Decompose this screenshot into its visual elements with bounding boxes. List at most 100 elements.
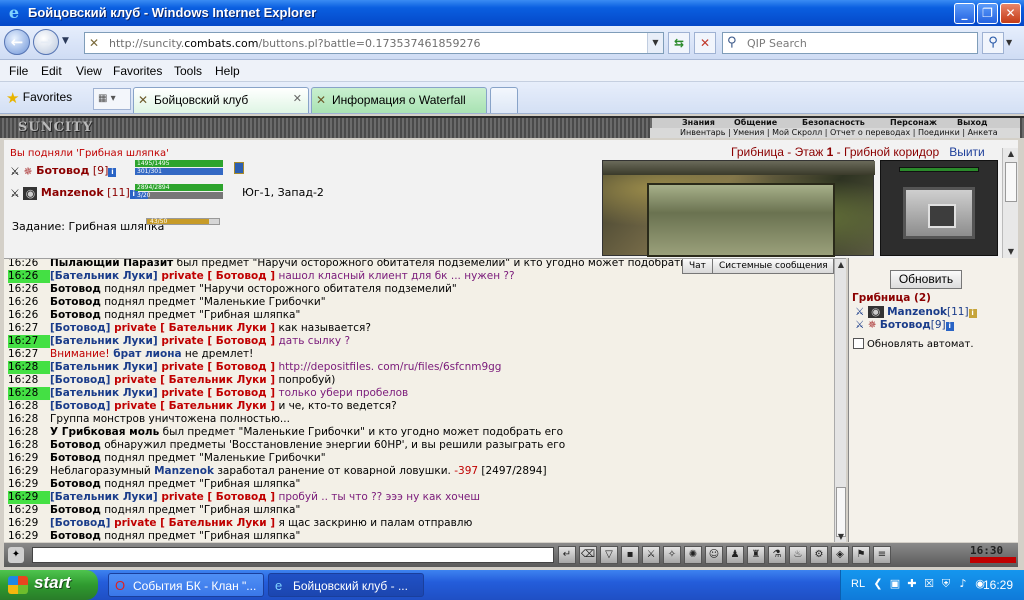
chat-user[interactable]: [Бательник Луки] xyxy=(50,270,158,282)
close-window-button[interactable]: ✕ xyxy=(1000,3,1021,24)
info-icon[interactable]: i xyxy=(945,322,954,331)
scroll-down-icon[interactable]: ▼ xyxy=(1005,246,1017,258)
back-button[interactable]: ← xyxy=(4,29,30,55)
shield-icon[interactable]: ◈ xyxy=(831,546,849,564)
minimap[interactable] xyxy=(880,160,998,256)
chat-user[interactable]: [Ботовод] xyxy=(50,400,110,412)
checkbox-box[interactable] xyxy=(853,338,864,349)
tray-pdf-icon[interactable]: ▣ xyxy=(888,577,902,591)
chat-time[interactable]: 16:29 xyxy=(8,504,50,517)
chat-user[interactable]: [Бательник Луки] xyxy=(50,387,158,399)
chat-time[interactable]: 16:27 xyxy=(8,335,50,348)
quick-tabs-button[interactable]: ▦ ▾ xyxy=(93,88,131,110)
menu-edit[interactable]: Edit xyxy=(41,64,62,78)
chat-user[interactable]: [Ботовод] xyxy=(50,322,110,334)
chat-time[interactable]: 16:26 xyxy=(8,296,50,309)
smile-icon[interactable]: ☺ xyxy=(705,546,723,564)
tab-system-messages[interactable]: Системные сообщения xyxy=(712,259,834,274)
scroll-icon[interactable]: ≡ xyxy=(873,546,891,564)
tab-chat[interactable]: Чат xyxy=(682,259,713,274)
info-icon[interactable]: i xyxy=(968,309,977,318)
refresh-page-button[interactable]: ⇆ xyxy=(668,32,690,54)
chat-time[interactable]: 16:29 xyxy=(8,465,50,478)
strike-icon[interactable]: ✧ xyxy=(663,546,681,564)
taskbar-item-opera[interactable]: O События БК - Клан "... xyxy=(108,573,264,597)
scroll-down-icon[interactable]: ▼ xyxy=(835,531,846,542)
taskbar-clock[interactable]: 16:29 xyxy=(983,578,1023,592)
tray-shield-icon[interactable]: ⛨ xyxy=(939,577,953,591)
room-user-botovod[interactable]: ⚔ ✵ Ботовод[9] i xyxy=(855,319,954,331)
game-sub-links[interactable]: Инвентарь | Умения | Мой Скролл | Отчет … xyxy=(650,128,1020,138)
link-exit[interactable]: Выход xyxy=(957,118,987,127)
menu-tools[interactable]: Tools xyxy=(174,64,202,78)
auto-refresh-checkbox[interactable]: Обновлять автомат. xyxy=(853,338,974,350)
clear-icon[interactable]: ⌫ xyxy=(579,546,597,564)
maximize-button[interactable]: ❐ xyxy=(977,3,998,24)
tab-fight-club[interactable]: ✕ Бойцовский клуб ✕ xyxy=(133,87,309,113)
chat-user[interactable]: [Бательник Луки] xyxy=(50,491,158,503)
link-security[interactable]: Безопасность xyxy=(802,118,865,127)
guard-icon[interactable]: ♜ xyxy=(747,546,765,564)
chat-time[interactable]: 16:27 xyxy=(8,322,50,335)
menu-favorites[interactable]: Favorites xyxy=(113,64,162,78)
info-scrollbar[interactable]: ▲ ▼ xyxy=(1002,148,1018,258)
chat-time[interactable]: 16:28 xyxy=(8,439,50,452)
chat-time[interactable]: 16:29 xyxy=(8,530,50,542)
chat-time[interactable]: 16:29 xyxy=(8,517,50,530)
gear-icon[interactable]: ⚙ xyxy=(810,546,828,564)
chat-time[interactable]: 16:28 xyxy=(8,400,50,413)
send-icon[interactable]: ↵ xyxy=(558,546,576,564)
chat-settings-icon[interactable]: ✦ xyxy=(8,547,24,563)
link-character[interactable]: Персонаж xyxy=(890,118,937,127)
scroll-thumb[interactable] xyxy=(1005,162,1017,202)
chat-time[interactable]: 16:28 xyxy=(8,426,50,439)
chat-input[interactable] xyxy=(32,547,554,563)
tab-waterfall-info[interactable]: ✕ Информация о Waterfall xyxy=(311,87,487,113)
character-manzenok[interactable]: ⚔ ◉ Manzenok [11] i xyxy=(10,186,138,200)
chat-scroll-thumb[interactable] xyxy=(836,487,846,537)
scroll-up-icon[interactable]: ▲ xyxy=(835,259,846,271)
chat-user[interactable]: брат лиона xyxy=(110,348,181,360)
tray-arrow-icon[interactable]: ❮ xyxy=(871,577,885,591)
tab-close-icon[interactable]: ✕ xyxy=(293,92,302,105)
start-button[interactable]: start xyxy=(0,570,98,600)
chat-time[interactable]: 16:26 xyxy=(8,309,50,322)
search-box[interactable]: ⚲ QIP Search xyxy=(722,32,978,54)
menu-help[interactable]: Help xyxy=(215,64,240,78)
chat-time[interactable]: 16:28 xyxy=(8,387,50,400)
search-button[interactable]: ⚲ xyxy=(982,32,1004,54)
search-options-dropdown-icon[interactable]: ▼ xyxy=(1006,38,1012,47)
chat-time[interactable]: 16:29 xyxy=(8,452,50,465)
minimize-button[interactable]: _ xyxy=(954,3,975,24)
menu-file[interactable]: File xyxy=(9,64,28,78)
exit-link[interactable]: Выити xyxy=(949,145,985,159)
tray-network-icon[interactable]: ☒ xyxy=(922,577,936,591)
scroll-up-icon[interactable]: ▲ xyxy=(1005,148,1017,160)
fight-icon[interactable]: ⚔ xyxy=(642,546,660,564)
potion-icon[interactable]: ⚗ xyxy=(768,546,786,564)
chat-time[interactable]: 16:26 xyxy=(8,270,50,283)
chat-time[interactable]: 16:28 xyxy=(8,374,50,387)
favorites-button[interactable]: ★ Favorites xyxy=(6,89,72,107)
stop-button[interactable]: ✕ xyxy=(694,32,716,54)
character-botovod[interactable]: ⚔ ✵ Ботовод [9] i xyxy=(10,164,117,178)
chat-user[interactable]: [Ботовод] xyxy=(50,374,110,386)
chat-user[interactable]: Manzenok xyxy=(154,465,214,477)
forward-button[interactable]: → xyxy=(33,29,59,55)
address-url[interactable]: http://suncity.combats.com/buttons.pl?ba… xyxy=(109,37,480,50)
chat-user[interactable]: [Ботовод] xyxy=(50,517,110,529)
dungeon-view[interactable] xyxy=(602,160,875,257)
chat-user[interactable]: [Бательник Луки] xyxy=(50,335,158,347)
chat-time[interactable]: 16:28 xyxy=(8,413,50,426)
save-icon[interactable]: ▪ xyxy=(621,546,639,564)
flag-icon[interactable]: ⚑ xyxy=(852,546,870,564)
link-communication[interactable]: Общение xyxy=(734,118,777,127)
users-icon[interactable]: ♟ xyxy=(726,546,744,564)
filter-icon[interactable]: ▽ xyxy=(600,546,618,564)
chat-time[interactable]: 16:28 xyxy=(8,361,50,374)
tray-volume-icon[interactable]: ♪ xyxy=(956,577,970,591)
info-icon[interactable]: i xyxy=(108,168,117,177)
link-knowledge[interactable]: Знания xyxy=(682,118,715,127)
chat-time[interactable]: 16:29 xyxy=(8,491,50,504)
chat-time[interactable]: 16:29 xyxy=(8,478,50,491)
